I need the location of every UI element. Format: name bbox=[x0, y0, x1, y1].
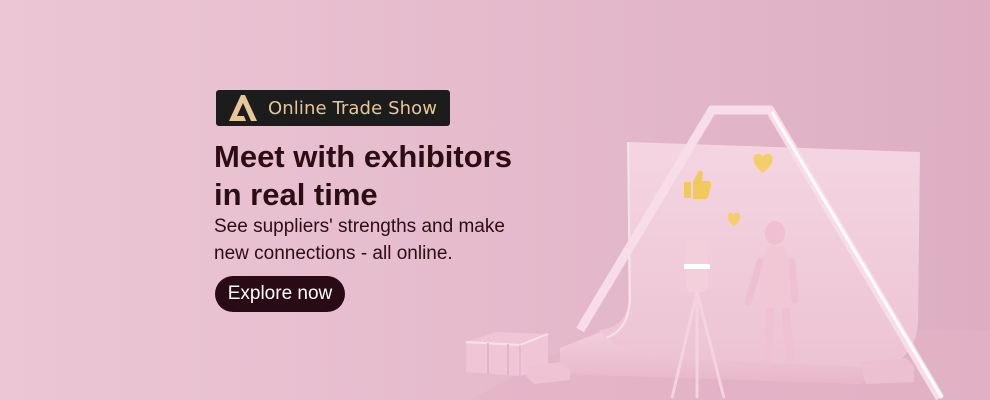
alibaba-a-logo-icon bbox=[228, 94, 258, 122]
badge-label: Online Trade Show bbox=[268, 97, 438, 119]
backdrop-curve bbox=[597, 141, 632, 341]
subheadline-line-1: See suppliers' strengths and make bbox=[214, 216, 505, 237]
photo-backdrop bbox=[598, 142, 920, 368]
promo-banner[interactable]: Online Trade Show Meet with exhibitors i… bbox=[0, 0, 990, 400]
explore-now-button[interactable]: Explore now bbox=[215, 276, 345, 312]
headline: Meet with exhibitors in real time bbox=[214, 138, 574, 214]
subheadline-line-2: new connections - all online. bbox=[214, 243, 453, 264]
headline-line-2: in real time bbox=[214, 177, 378, 212]
headline-line-1: Meet with exhibitors bbox=[214, 139, 512, 174]
online-trade-show-badge: Online Trade Show bbox=[216, 90, 450, 126]
subheadline: See suppliers' strengths and make new co… bbox=[214, 213, 554, 267]
